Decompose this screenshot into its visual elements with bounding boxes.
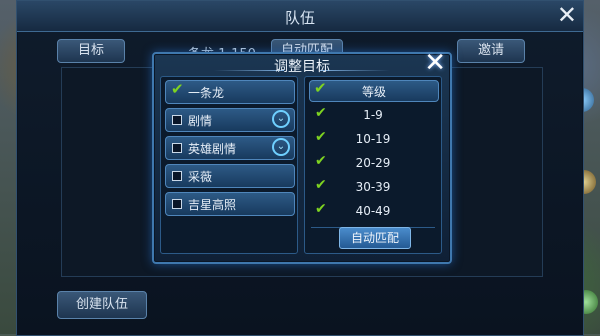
level-option[interactable]: ✔ 20-29 <box>309 153 437 175</box>
level-header[interactable]: ✔ 等级 <box>309 79 439 102</box>
target-option-label: 吉星高照 <box>188 198 237 212</box>
level-range-label: 10-19 <box>355 132 391 146</box>
team-window-title: 队伍 <box>284 9 315 27</box>
checkbox[interactable] <box>172 115 182 125</box>
close-icon[interactable]: ✕ <box>557 3 577 27</box>
target-option[interactable]: 采薇 <box>165 164 295 188</box>
close-icon[interactable]: ✕ <box>424 50 446 76</box>
level-option[interactable]: ✔ 30-39 <box>309 177 437 199</box>
target-option[interactable]: 英雄剧情 ⌄ <box>165 136 295 160</box>
target-list-panel: ✔ 一条龙 剧情 ⌄ 英雄剧情 ⌄ 采薇 吉星高照 <box>160 76 298 254</box>
target-option-label: 英雄剧情 <box>188 142 237 156</box>
target-option-label: 一条龙 <box>188 86 225 100</box>
level-option[interactable]: ✔ 1-9 <box>309 105 437 127</box>
auto-match-button[interactable]: 自动匹配 <box>339 227 411 249</box>
invite-button[interactable]: 邀请 <box>457 39 525 63</box>
checkbox[interactable] <box>172 171 182 181</box>
level-list-panel: ✔ 等级 ✔ 1-9 ✔ 10-19 ✔ 20-29 ✔ 30-39 ✔ 40-… <box>304 76 442 254</box>
chevron-down-icon[interactable]: ⌄ <box>272 138 290 156</box>
adjust-target-dialog: 调整目标 ✕ ✔ 一条龙 剧情 ⌄ 英雄剧情 ⌄ 采薇 吉星高照 ✔ 等级 ✔ … <box>152 50 452 264</box>
target-option[interactable]: 剧情 ⌄ <box>165 108 295 132</box>
target-option[interactable]: 吉星高照 <box>165 192 295 216</box>
target-button[interactable]: 目标 <box>57 39 125 63</box>
target-option-label: 采薇 <box>188 170 213 184</box>
level-header-label: 等级 <box>361 85 386 99</box>
level-range-label: 1-9 <box>363 108 383 122</box>
checkbox[interactable] <box>172 143 182 153</box>
level-option[interactable]: ✔ 40-49 <box>309 201 437 223</box>
create-team-button[interactable]: 创建队伍 <box>57 291 147 319</box>
target-option-label: 剧情 <box>188 114 213 128</box>
level-option[interactable]: ✔ 10-19 <box>309 129 437 151</box>
team-titlebar: 队伍 ✕ <box>17 1 583 32</box>
level-range-label: 30-39 <box>355 180 391 194</box>
target-option[interactable]: ✔ 一条龙 <box>165 80 295 104</box>
dialog-title: 调整目标 <box>274 59 330 75</box>
level-range-label: 40-49 <box>355 204 391 218</box>
level-range-label: 20-29 <box>355 156 391 170</box>
checkmark-icon: ✔ <box>171 80 184 98</box>
checkbox[interactable] <box>172 199 182 209</box>
chevron-down-icon[interactable]: ⌄ <box>272 110 290 128</box>
